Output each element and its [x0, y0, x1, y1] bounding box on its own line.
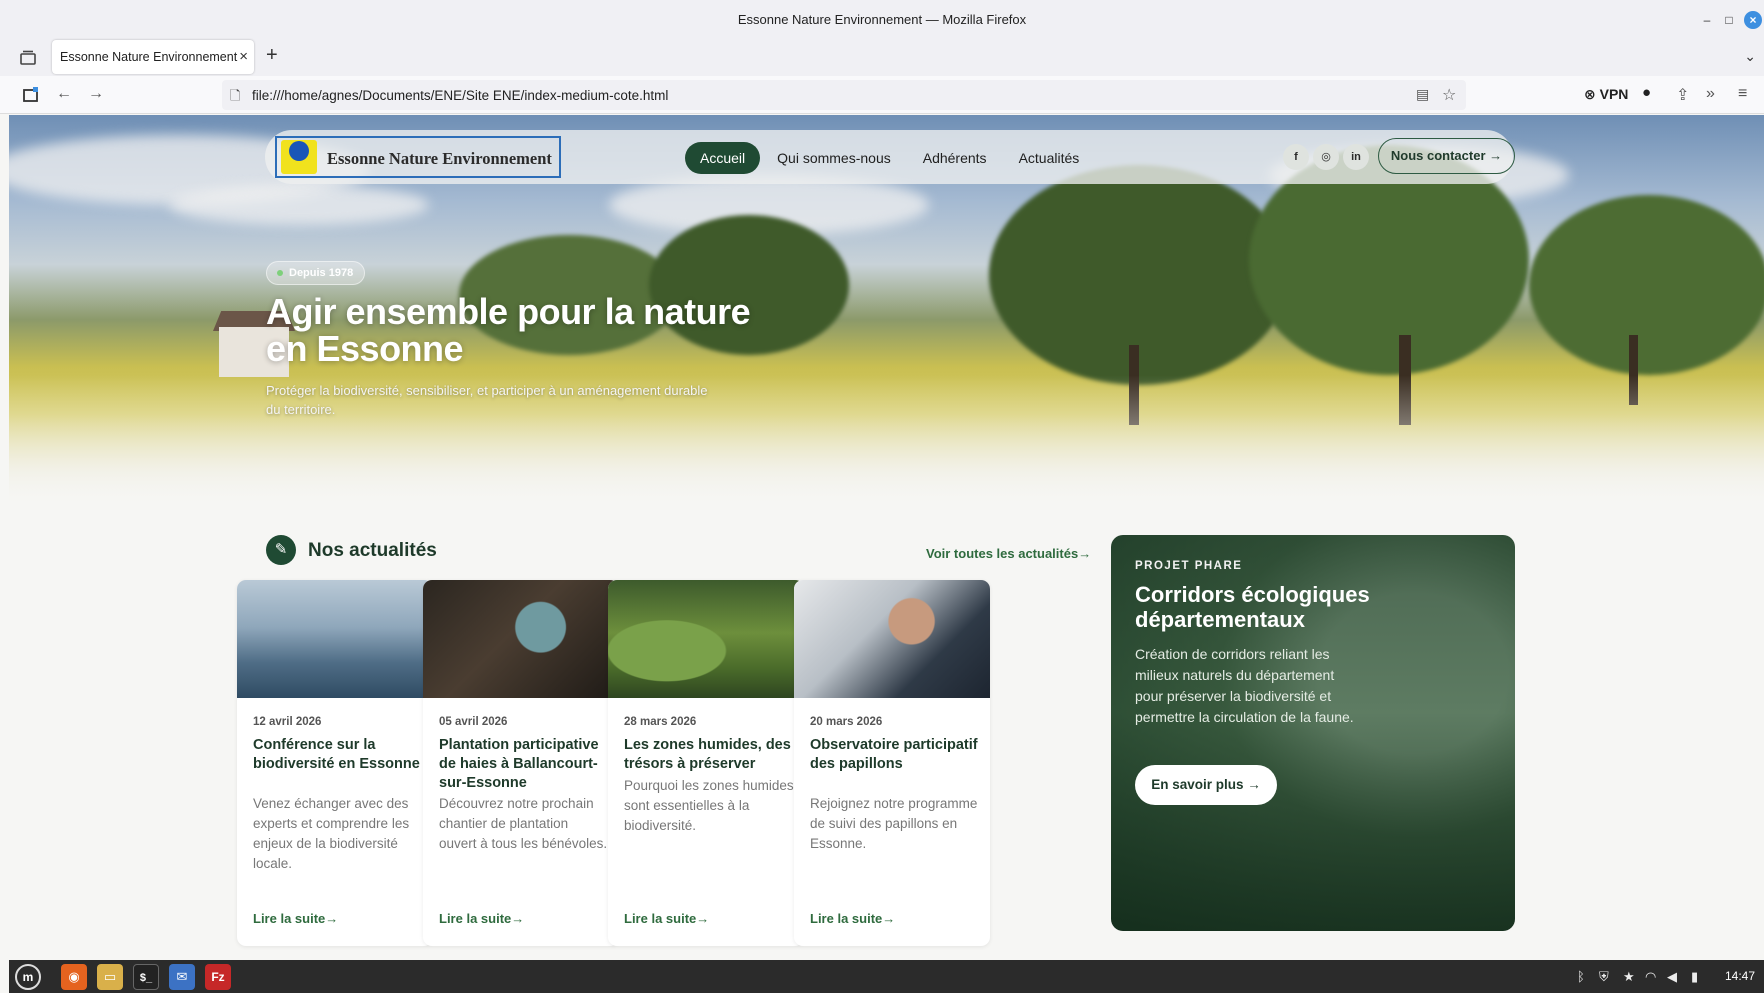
instagram-icon[interactable]: ◎ — [1313, 144, 1339, 170]
card-text: Venez échanger avec des experts et compr… — [253, 796, 410, 871]
taskbar: m ◉ ▭ $_ ✉ Fz ᛒ ⛨ ★ ◠ ◀ ▮ 14:47 — [9, 960, 1764, 993]
tab-active[interactable]: Essonne Nature Environnement × — [52, 40, 254, 74]
leaf-icon: ✎ — [266, 535, 296, 565]
tab-list-icon[interactable] — [18, 48, 38, 68]
sidebar-icon[interactable] — [22, 86, 40, 104]
nav-qui-sommes-nous[interactable]: Qui sommes-nous — [762, 142, 906, 174]
news-card[interactable]: 20 mars 2026 Observatoire participatif d… — [794, 580, 990, 946]
wifi-icon[interactable]: ◠ — [1645, 969, 1656, 985]
card-date: 12 avril 2026 — [253, 716, 322, 728]
browser-toolbar: ← → 🗋 file:///home/agnes/Documents/ENE/S… — [0, 76, 1764, 114]
featured-project-card: PROJET PHARE Corridors écologiques dépar… — [1111, 535, 1515, 931]
vpn-label: VPN — [1599, 86, 1629, 102]
maximize-button[interactable]: □ — [1720, 11, 1738, 29]
card-date: 28 mars 2026 — [624, 716, 697, 728]
page-icon: 🗋 — [230, 88, 241, 103]
hero-section: Essonne Nature Environnement Accueil Qui… — [9, 115, 1764, 509]
url-text[interactable]: file:///home/agnes/Documents/ENE/Site EN… — [252, 88, 668, 103]
tab-bar: Essonne Nature Environnement × + ⌄ — [0, 40, 1764, 76]
hamburger-menu-icon[interactable]: ≡ — [1738, 85, 1747, 103]
facebook-icon[interactable]: f — [1283, 144, 1309, 170]
terminal-icon[interactable]: $_ — [133, 964, 159, 990]
feature-title: Corridors écologiques départementaux — [1135, 582, 1370, 632]
badge-label: Depuis 1978 — [289, 267, 354, 279]
card-image — [423, 580, 619, 698]
bluetooth-icon[interactable]: ᛒ — [1577, 969, 1585, 984]
tab-title: Essonne Nature Environnement — [60, 50, 238, 64]
new-tab-button[interactable]: + — [266, 44, 278, 67]
read-more-link[interactable]: Lire la suite→ — [253, 911, 338, 926]
contact-button[interactable]: Nous contacter → — [1378, 138, 1515, 174]
card-image — [237, 580, 433, 698]
news-card[interactable]: 28 mars 2026 Les zones humides, des trés… — [608, 580, 804, 946]
card-image — [794, 580, 990, 698]
shield-icon[interactable]: ⛨ — [1599, 969, 1609, 985]
close-window-button[interactable]: × — [1744, 11, 1762, 29]
card-title[interactable]: Plantation participative de haies à Ball… — [439, 736, 609, 793]
minimize-button[interactable]: – — [1698, 11, 1716, 29]
read-more-link[interactable]: Lire la suite→ — [810, 911, 895, 926]
news-card[interactable]: 05 avril 2026 Plantation participative d… — [423, 580, 619, 946]
site-logo[interactable]: Essonne Nature Environnement — [275, 136, 561, 178]
read-more-link[interactable]: Lire la suite→ — [439, 911, 524, 926]
page-viewport: Essonne Nature Environnement Accueil Qui… — [9, 115, 1764, 960]
linkedin-icon[interactable]: in — [1343, 144, 1369, 170]
vpn-button[interactable]: ⊗ VPN — [1584, 86, 1628, 103]
card-date: 20 mars 2026 — [810, 716, 883, 728]
learn-more-button[interactable]: En savoir plus → — [1135, 765, 1277, 805]
star-icon[interactable]: ★ — [1623, 969, 1635, 985]
nav-adherents[interactable]: Adhérents — [908, 142, 1002, 174]
filezilla-icon[interactable]: Fz — [205, 964, 231, 990]
mint-menu-icon[interactable]: m — [15, 964, 41, 990]
window-title: Essonne Nature Environnement — Mozilla F… — [737, 12, 1027, 27]
reader-view-icon[interactable]: ▤ — [1416, 86, 1429, 103]
clock: 14:47 — [1725, 969, 1756, 983]
card-text: Découvrez notre prochain chantier de pla… — [439, 796, 608, 851]
window-titlebar: Essonne Nature Environnement — Mozilla F… — [0, 0, 1764, 40]
chevron-down-icon[interactable]: ⌄ — [1744, 48, 1756, 65]
account-icon[interactable]: ● — [1642, 84, 1651, 101]
main-nav: Accueil Qui sommes-nous Adhérents Actual… — [685, 142, 1096, 174]
logo-text: Essonne Nature Environnement — [327, 149, 552, 168]
overflow-menu-icon[interactable]: » — [1706, 85, 1715, 103]
see-all-news-link[interactable]: Voir toutes les actualités→ — [926, 546, 1091, 561]
battery-icon[interactable]: ▮ — [1691, 969, 1698, 985]
card-title[interactable]: Les zones humides, des trésors à préserv… — [624, 736, 794, 774]
site-header: Essonne Nature Environnement Accueil Qui… — [265, 130, 1515, 184]
mail-icon[interactable]: ✉ — [169, 964, 195, 990]
feature-eyebrow: PROJET PHARE — [1135, 560, 1243, 572]
hero-subtitle: Protéger la biodiversité, sensibiliser, … — [266, 383, 708, 417]
card-date: 05 avril 2026 — [439, 716, 508, 728]
card-image — [608, 580, 804, 698]
firefox-icon[interactable]: ◉ — [61, 964, 87, 990]
news-card[interactable]: 12 avril 2026 Conférence sur la biodiver… — [237, 580, 433, 946]
card-title[interactable]: Conférence sur la biodiversité en Essonn… — [253, 736, 423, 774]
hero-title: Agir ensemble pour la nature en Essonne — [266, 291, 751, 369]
logo-image — [281, 140, 317, 174]
back-icon[interactable]: ← — [56, 85, 72, 103]
card-title[interactable]: Observatoire participatif des papillons — [810, 736, 980, 774]
bookmark-star-icon[interactable]: ☆ — [1442, 85, 1456, 105]
nav-accueil[interactable]: Accueil — [685, 142, 761, 174]
news-heading: Nos actualités — [308, 540, 437, 561]
volume-icon[interactable]: ◀ — [1667, 969, 1677, 985]
since-badge: Depuis 1978 — [266, 261, 366, 285]
card-text: Pourquoi les zones humides sont essentie… — [624, 778, 794, 833]
tab-close-icon[interactable]: × — [239, 48, 248, 65]
badge-dot — [277, 270, 283, 276]
card-text: Rejoignez notre programme de suivi des p… — [810, 796, 978, 851]
extensions-icon[interactable]: ⇪ — [1676, 85, 1689, 105]
files-icon[interactable]: ▭ — [97, 964, 123, 990]
read-more-link[interactable]: Lire la suite→ — [624, 911, 709, 926]
nav-actualites[interactable]: Actualités — [1004, 142, 1095, 174]
feature-text: Création de corridors reliant les milieu… — [1135, 646, 1354, 725]
forward-icon[interactable]: → — [88, 85, 104, 103]
url-bar[interactable]: 🗋 file:///home/agnes/Documents/ENE/Site … — [222, 80, 1466, 110]
